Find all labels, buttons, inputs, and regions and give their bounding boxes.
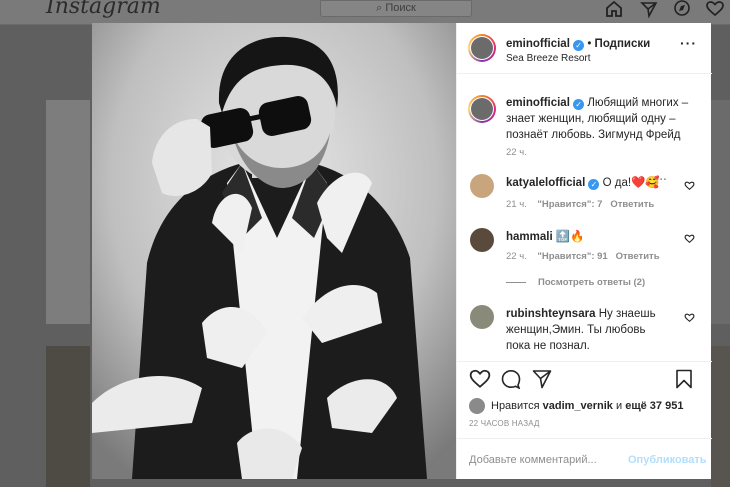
more-options-icon[interactable]: ··· bbox=[680, 35, 697, 51]
comment-avatar[interactable] bbox=[470, 174, 494, 198]
post-side-panel: eminofficial ✓ • Подписки Sea Breeze Res… bbox=[456, 23, 712, 479]
following-button[interactable]: Подписки bbox=[595, 38, 651, 50]
comment-time[interactable]: 22 ч. bbox=[506, 251, 527, 262]
comment-item: hammali 🔝🔥 bbox=[506, 229, 666, 245]
post-location[interactable]: Sea Breeze Resort bbox=[506, 51, 591, 67]
comment-username[interactable]: katyalelofficial bbox=[506, 177, 585, 189]
search-input[interactable]: ⌕ Поиск bbox=[320, 0, 472, 17]
post-caption: eminofficial ✓ Любящий многих – знает же… bbox=[506, 95, 706, 143]
caption-username[interactable]: eminofficial bbox=[506, 97, 570, 109]
post-header-line: eminofficial ✓ • Подписки bbox=[506, 36, 650, 52]
author-username[interactable]: eminofficial bbox=[506, 38, 570, 50]
dot-separator: • bbox=[587, 38, 592, 50]
comment-avatar[interactable] bbox=[470, 228, 494, 252]
add-comment-input[interactable]: Добавьте комментарий... bbox=[469, 452, 597, 468]
view-replies-button[interactable]: Посмотреть ответы (2) bbox=[538, 277, 645, 288]
instagram-logo[interactable]: Instagram bbox=[46, 0, 161, 19]
comment-likes[interactable]: "Нравится": 7 bbox=[537, 199, 602, 210]
likes-and: и bbox=[616, 400, 623, 412]
direct-icon[interactable] bbox=[640, 0, 658, 18]
caption-timestamp[interactable]: 22 ч. bbox=[506, 147, 527, 158]
liker-username[interactable]: vadim_vernik bbox=[543, 400, 613, 412]
verified-badge-icon: ✓ bbox=[588, 179, 600, 190]
comment-like-heart-icon[interactable] bbox=[684, 181, 695, 191]
comment-likes[interactable]: "Нравится": 91 bbox=[537, 251, 607, 262]
comment-like-heart-icon[interactable] bbox=[684, 313, 695, 323]
grid-thumbnail[interactable] bbox=[46, 100, 90, 324]
verified-badge-icon: ✓ bbox=[573, 40, 585, 51]
reply-button[interactable]: Ответить bbox=[610, 199, 654, 210]
activity-heart-icon[interactable] bbox=[705, 0, 725, 18]
explore-icon[interactable] bbox=[673, 0, 691, 18]
post-timestamp[interactable]: 22 ЧАСОВ НАЗАД bbox=[469, 419, 540, 428]
grid-thumbnail[interactable] bbox=[711, 346, 730, 487]
liker-avatar[interactable] bbox=[469, 398, 485, 414]
comment-more-icon[interactable]: ··· bbox=[656, 174, 667, 186]
comment-icon[interactable] bbox=[501, 369, 521, 389]
comment-text: 🔝🔥 bbox=[555, 231, 585, 243]
likes-count[interactable]: ещё 37 951 bbox=[625, 400, 683, 412]
search-icon: ⌕ bbox=[376, 2, 386, 14]
comment-item: rubinshteynsara Ну знаешь женщин,Эмин. Т… bbox=[506, 306, 671, 354]
home-icon[interactable] bbox=[604, 0, 624, 18]
comment-meta: 21 ч. "Нравится": 7 Ответить bbox=[506, 199, 654, 210]
likes-prefix: Нравится bbox=[491, 400, 540, 412]
likes-summary: Нравится vadim_vernik и ещё 37 951 bbox=[491, 398, 683, 414]
comment-item: katyalelofficial ✓ О да!❤️🥰 bbox=[506, 175, 666, 191]
save-bookmark-icon[interactable] bbox=[675, 369, 693, 389]
post-photo[interactable] bbox=[92, 23, 456, 479]
grid-thumbnail[interactable] bbox=[46, 346, 90, 487]
comment-username[interactable]: hammali bbox=[506, 231, 553, 243]
comment-username[interactable]: rubinshteynsara bbox=[506, 308, 595, 320]
author-avatar bbox=[471, 37, 493, 59]
publish-button[interactable]: Опубликовать bbox=[628, 452, 707, 468]
comment-like-heart-icon[interactable] bbox=[684, 234, 695, 244]
caption-avatar bbox=[471, 98, 493, 120]
grid-thumbnail[interactable] bbox=[711, 100, 730, 324]
header-divider bbox=[457, 73, 712, 74]
search-placeholder: Поиск bbox=[385, 2, 416, 14]
comment-avatar[interactable] bbox=[470, 305, 494, 329]
verified-badge-icon: ✓ bbox=[573, 99, 585, 110]
post-image bbox=[92, 23, 456, 479]
reply-button[interactable]: Ответить bbox=[616, 251, 660, 262]
top-navigation-bar: Instagram ⌕ Поиск bbox=[0, 0, 730, 24]
post-modal: eminofficial ✓ • Подписки Sea Breeze Res… bbox=[92, 23, 712, 479]
share-icon[interactable] bbox=[532, 369, 552, 389]
comment-meta: 22 ч. "Нравится": 91 Ответить bbox=[506, 251, 660, 262]
view-replies-line bbox=[506, 282, 526, 283]
comment-time[interactable]: 21 ч. bbox=[506, 199, 527, 210]
actions-divider bbox=[457, 361, 712, 362]
comment-text: О да!❤️🥰 bbox=[602, 177, 660, 189]
like-heart-icon[interactable] bbox=[469, 369, 491, 389]
caption-avatar-ring[interactable] bbox=[468, 95, 496, 123]
comment-box-divider bbox=[457, 438, 712, 439]
author-avatar-ring[interactable] bbox=[468, 34, 496, 62]
